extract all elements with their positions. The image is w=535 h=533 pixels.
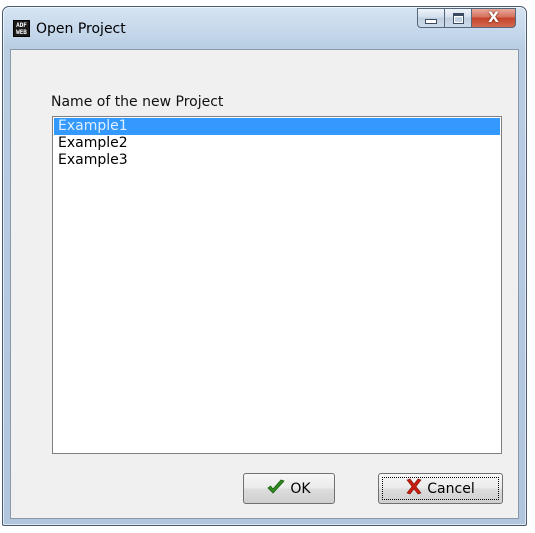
maximize-icon xyxy=(452,12,464,24)
open-project-window: ADF WEB Open Project X Name of the new P… xyxy=(2,6,527,526)
project-name-label: Name of the new Project xyxy=(51,94,224,110)
minimize-button[interactable] xyxy=(417,8,445,28)
ok-button[interactable]: OK xyxy=(243,473,335,504)
x-mark-icon xyxy=(406,478,422,499)
dialog-body: Name of the new Project Example1 Example… xyxy=(10,49,519,519)
cancel-button[interactable]: Cancel xyxy=(378,473,503,504)
minimize-icon xyxy=(425,19,437,24)
window-title: Open Project xyxy=(36,21,126,37)
list-item[interactable]: Example3 xyxy=(54,152,500,169)
close-button[interactable]: X xyxy=(472,8,516,28)
app-logo-text-top: ADF xyxy=(16,22,27,29)
close-icon: X xyxy=(488,10,499,26)
cancel-label: Cancel xyxy=(427,480,475,497)
ok-label: OK xyxy=(290,480,311,497)
project-listbox[interactable]: Example1 Example2 Example3 xyxy=(52,116,502,454)
list-item[interactable]: Example1 xyxy=(54,118,500,135)
checkmark-icon xyxy=(267,479,286,499)
app-logo-text-bottom: WEB xyxy=(16,29,27,36)
list-item[interactable]: Example2 xyxy=(54,135,500,152)
maximize-button[interactable] xyxy=(445,8,472,28)
caption-buttons: X xyxy=(417,8,516,30)
title-bar[interactable]: ADF WEB Open Project X xyxy=(3,7,526,49)
app-logo-icon[interactable]: ADF WEB xyxy=(13,20,30,37)
